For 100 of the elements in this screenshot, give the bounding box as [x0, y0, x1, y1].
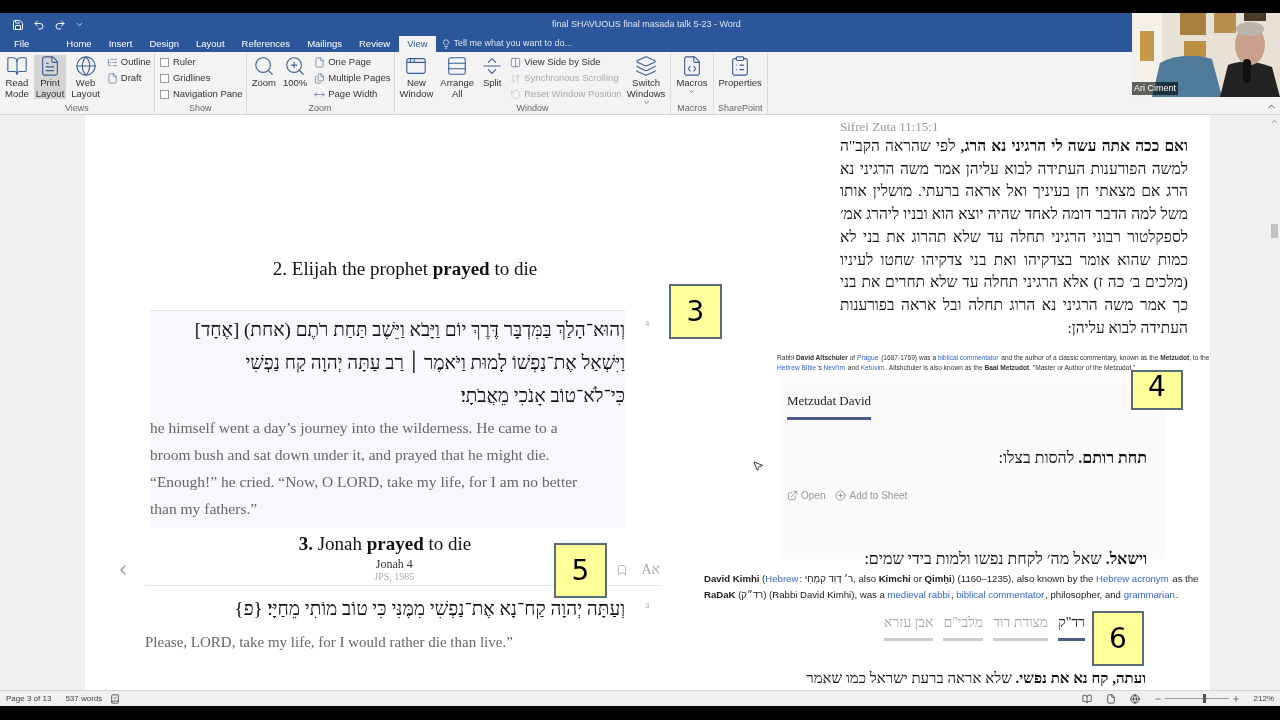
number-marker: 4 — [1131, 370, 1183, 410]
ribbon-tab[interactable]: File — [6, 36, 38, 52]
caret-icon — [688, 88, 696, 95]
ribbon-button[interactable]: Arrange All — [438, 55, 477, 99]
ribbon-icon — [405, 55, 428, 77]
ribbon-button[interactable]: Zoom — [249, 55, 278, 99]
ribbon-icon — [635, 55, 658, 77]
undo-icon[interactable] — [33, 18, 45, 31]
number-marker: 3 — [669, 284, 722, 339]
ribbon-icon — [106, 56, 118, 68]
ribbon-small-button[interactable]: One Page — [314, 55, 391, 69]
group-label: Macros — [676, 103, 708, 113]
save-icon[interactable] — [12, 18, 24, 31]
ribbon-button[interactable]: 100% — [280, 55, 310, 99]
group-label: Zoom — [307, 103, 333, 113]
ribbon-small-button[interactable]: View Side by Side — [510, 55, 622, 69]
english-translation: he himself went a day’s journey into the wilderness. He came to a broom bush and sat down under it, and prayed that he might die. “Enough!” he cried. “Now, O LORD, take my life, for I am no better than my fathers.” — [150, 418, 579, 519]
scroll-up-icon[interactable] — [1269, 117, 1279, 126]
ribbon-button[interactable]: Split — [479, 55, 506, 99]
commentary-entry: וישאל. שאל מה׳ לקחת נפשו ולמות בידי שמים: — [864, 548, 1147, 569]
ribbon-icon — [74, 55, 97, 77]
customize-toolbar-icon[interactable] — [75, 20, 84, 29]
ribbon-button[interactable]: Switch Windows — [624, 55, 668, 106]
ribbon-small-button[interactable]: Draft — [106, 71, 151, 85]
ribbon-icon — [510, 88, 522, 100]
ribbon-button[interactable]: Web Layout — [69, 55, 102, 99]
ribbon-tab[interactable]: Design — [141, 36, 187, 52]
ribbon-icon — [314, 72, 326, 84]
open-icon — [787, 489, 798, 501]
checkbox-option[interactable]: Gridlines — [159, 71, 243, 85]
commentary-entry: תחת רותם. להסות בצלו: — [998, 447, 1147, 468]
ribbon-icon — [284, 55, 307, 77]
commentary-entry: ועתה, קח נא את נפשי. שלא אראה ברעת ישראל כמו שאמר — [805, 669, 1146, 689]
group-label: Show — [188, 103, 213, 113]
page-count[interactable]: Page 3 of 13 — [6, 692, 52, 705]
web-layout-icon[interactable] — [1129, 693, 1140, 704]
number-marker: 6 — [1092, 611, 1144, 666]
ribbon-icon — [510, 72, 522, 84]
ribbon-button[interactable]: Macros — [674, 55, 710, 99]
ribbon-small-button[interactable]: Multiple Pages — [314, 71, 391, 85]
zoom-level[interactable]: 212% — [1253, 692, 1274, 705]
english-translation: Please, LORD, take my life, for I would rather die than live.” — [145, 633, 514, 652]
ribbon-button[interactable]: New Window — [397, 55, 436, 99]
group-label: Window — [515, 103, 550, 113]
ribbon-tab[interactable]: Insert — [100, 36, 141, 52]
ribbon-icon — [481, 55, 504, 77]
wiki-link[interactable]: medieval rabbi — [887, 587, 950, 604]
checkbox-option[interactable]: Navigation Pane — [159, 87, 243, 101]
source-edition: JPS, 1985 — [374, 570, 415, 583]
wiki-link[interactable]: Hebrew — [765, 571, 799, 588]
ribbon-button[interactable]: Print Layout — [33, 55, 67, 99]
caret-icon — [642, 99, 650, 106]
zoom-slider-thumb[interactable] — [1202, 694, 1206, 703]
participant-name: Ari Ciment — [1132, 81, 1178, 95]
ribbon-button[interactable]: Read Mode — [3, 55, 31, 99]
ribbon-icon — [314, 56, 326, 68]
scroll-thumb[interactable] — [1270, 224, 1278, 238]
read-mode-icon[interactable] — [1081, 693, 1092, 704]
ribbon-tab[interactable]: View — [399, 36, 436, 52]
ribbon-small-button[interactable]: Page Width — [314, 87, 391, 101]
tell-me-field[interactable]: Tell me what you want to do... — [440, 36, 614, 52]
ribbon-tab[interactable]: References — [233, 36, 299, 52]
ribbon-tab[interactable]: Review — [351, 36, 399, 52]
ribbon-icon — [39, 55, 61, 77]
wiki-link[interactable]: grammarian — [1123, 587, 1175, 604]
section-heading: 2. Elijah the prophet prayed to die — [272, 258, 538, 279]
verse-number: 4 — [645, 318, 650, 330]
ribbon-tab[interactable]: Mailings — [299, 36, 350, 52]
commentary-tab[interactable]: Metzudat David — [787, 391, 872, 420]
hebrew-verse: וְהוּא־הָלַךְ בַּמִּדְבָּר דֶּרֶךְ יוֹם וַיָּבֹא וַיֵּשֶׁב תַּחַת רֹתֶם (אחת) [אֶחָד] וַיִּשְׁאַל אֶת־נַפְשׁוֹ לָמוּת וַיֹּאמֶר ׀ רַב עַתָּה יְהוָה קַח נַפְשִׁי כִּי־לֹא־טוֹב אָנֹכִי מֵאֲבֹתָי׃ — [193, 318, 625, 408]
wiki-link[interactable]: Hebrew acronym — [1096, 571, 1169, 588]
wiki-link[interactable]: biblical commentator — [956, 587, 1045, 604]
source-title: Jonah 4 — [375, 556, 413, 571]
cursor-icon — [752, 460, 764, 472]
lightbulb-icon — [440, 39, 451, 49]
proofing-icon[interactable] — [110, 693, 121, 704]
verse-number: 3 — [645, 600, 650, 612]
checkbox-option[interactable]: Ruler — [159, 55, 243, 69]
zoom-in-icon[interactable] — [1231, 694, 1240, 703]
ribbon-icon — [106, 72, 118, 84]
source-reference: Sifrei Zuta 11:15:1 — [840, 120, 940, 134]
hebrew-commentary: ואם ככה אתה עשה לי הרגיני נא הרג, לפי שהראה הקב"ה למשה הפורענות העתידה לבוא עליהן אמר משה הרגיני נא הרג אם מצאתי חן בעיניך ואל אראה ברעתי. מושלין אותו משל למה הדבר דומה לאחד שהיה יוצא הוא ובניו ליהרג אמ׳ לספקלטור רבוני הרגיני תחלה עד שלא תהרוג את בני לא כמות שהוא אומר בצדקיהו ואת בני צדקיהו שחטו לעיניו (מלכים ב׳ כה ז) אלא הרגיני תחלה עד שלא תחרים את בני כך אמר משה הרגיני נא הרוג תחלה ובל אראה בפורענות העתידה לבוא עליהן: — [840, 136, 1188, 338]
print-layout-icon[interactable] — [1105, 693, 1116, 704]
ribbon-icon — [5, 55, 28, 77]
redo-icon[interactable] — [54, 18, 66, 31]
ribbon-icon — [510, 56, 522, 68]
section-heading: 3. Jonah prayed to die — [298, 533, 472, 554]
number-marker: 5 — [554, 543, 607, 598]
word-count[interactable]: 537 words — [65, 692, 103, 705]
ribbon-icon — [252, 55, 275, 77]
window-title: final SHAVUOUS final masada talk 5-23 - Word — [552, 17, 741, 31]
ribbon-icon — [446, 55, 469, 77]
group-label: SharePoint — [716, 103, 764, 113]
group-label: Views — [64, 103, 90, 113]
ribbon-button[interactable]: Properties — [716, 55, 764, 99]
ribbon-tab[interactable]: Home — [58, 36, 100, 52]
commentary-tab[interactable]: רד"ק — [1058, 613, 1085, 642]
ribbon-small-button[interactable]: Outline — [106, 55, 151, 69]
ribbon-tab[interactable]: Layout — [188, 36, 233, 52]
hebrew-verse: וְעַתָּה יְהוָה קַח־נָא אֶת־נַפְשִׁי מִמֶּנִּי כִּי טוֹב מוֹתִי מֵחַיָּי׃ {פ} — [233, 597, 625, 621]
